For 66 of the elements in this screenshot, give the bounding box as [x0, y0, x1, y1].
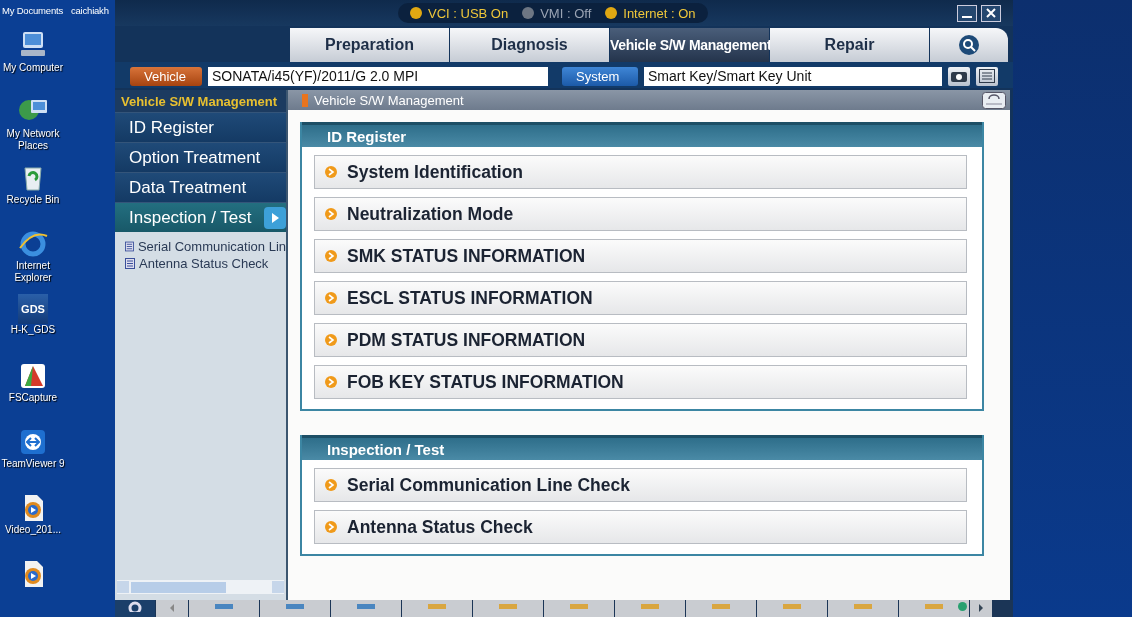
- bullet-arrow-icon: [325, 208, 337, 220]
- desktop-icon-label[interactable]: FSCapture: [0, 392, 68, 404]
- status-text: VCI : USB On: [428, 5, 509, 21]
- window-icon: [979, 69, 995, 83]
- search-button[interactable]: [930, 28, 1008, 62]
- tab[interactable]: Repair: [770, 28, 929, 62]
- sidebar-item[interactable]: Option Treatment: [115, 142, 286, 172]
- minimize-button[interactable]: [957, 4, 977, 22]
- search-icon: [958, 34, 980, 56]
- menu-item[interactable]: System Identification: [314, 155, 967, 189]
- horizontal-scrollbar[interactable]: [117, 580, 284, 594]
- settings-button[interactable]: [115, 600, 155, 617]
- scroll-right-button[interactable]: [970, 600, 992, 617]
- tab[interactable]: Diagnosis: [450, 28, 609, 62]
- desktop-icon-label[interactable]: Recycle Bin: [0, 194, 68, 206]
- system-field[interactable]: Smart Key/Smart Key Unit: [644, 66, 942, 86]
- sidebar-item[interactable]: ID Register: [115, 112, 286, 142]
- desktop-icon-label[interactable]: Internet Explorer: [0, 260, 68, 284]
- sidebar-subitem[interactable]: Serial Communication Lin: [137, 239, 286, 254]
- menu-item[interactable]: SMK STATUS INFORMATION: [314, 239, 967, 273]
- vehicle-button[interactable]: Vehicle: [130, 66, 202, 86]
- desktop-icon-label[interactable]: H-K_GDS: [0, 324, 68, 336]
- tab[interactable]: Preparation: [290, 28, 449, 62]
- app-icon[interactable]: GDS: [18, 294, 48, 324]
- status-text: VMI : Off: [540, 5, 592, 21]
- content-title: Vehicle S/W Management: [314, 92, 464, 108]
- close-button[interactable]: [981, 4, 1001, 22]
- bullet-arrow-icon: [325, 376, 337, 388]
- sidebar-item[interactable]: Inspection / Test: [115, 202, 286, 232]
- desktop-icon-label[interactable]: My Documents: [2, 5, 63, 16]
- close-icon: [986, 8, 996, 18]
- sidebar-title: Vehicle S/W Management: [115, 90, 286, 112]
- menu-item[interactable]: Serial Communication Line Check: [314, 468, 967, 502]
- desktop-icon-label[interactable]: TeamViewer 9: [0, 458, 68, 470]
- gear-icon: [128, 600, 142, 612]
- bullet-arrow-icon: [325, 166, 337, 178]
- bullet-arrow-icon: [325, 334, 337, 346]
- group-title: Inspection / Test: [302, 435, 982, 460]
- marker-icon: [302, 93, 308, 107]
- tab[interactable]: Vehicle S/W Management: [610, 28, 769, 62]
- vehicle-field[interactable]: SONATA/i45(YF)/2011/G 2.0 MPI: [208, 66, 548, 86]
- minimize-icon: [962, 15, 972, 18]
- menu-item[interactable]: Antenna Status Check: [314, 510, 967, 544]
- camera-icon: [951, 70, 967, 82]
- desktop-icon-label[interactable]: My Computer: [0, 62, 68, 74]
- menu-item[interactable]: Neutralization Mode: [314, 197, 967, 231]
- menu-item[interactable]: FOB KEY STATUS INFORMATION: [314, 365, 967, 399]
- menu-item[interactable]: ESCL STATUS INFORMATION: [314, 281, 967, 315]
- document-icon: [125, 258, 135, 269]
- sidebar-item[interactable]: Data Treatment: [115, 172, 286, 202]
- bullet-arrow-icon: [325, 250, 337, 262]
- desktop-icon-label[interactable]: Video_201...: [0, 524, 68, 536]
- system-button[interactable]: System: [562, 66, 638, 86]
- bullet-arrow-icon: [325, 292, 337, 304]
- bullet-arrow-icon: [325, 479, 337, 491]
- desktop-icon-label[interactable]: caichiakh: [70, 5, 109, 16]
- status-text: Internet : On: [623, 5, 696, 21]
- refresh-icon[interactable]: [982, 91, 1006, 109]
- screenshot-button[interactable]: [948, 66, 970, 86]
- menu-item[interactable]: PDM STATUS INFORMATION: [314, 323, 967, 357]
- document-icon: [125, 241, 134, 252]
- bullet-arrow-icon: [325, 521, 337, 533]
- sidebar-subitem[interactable]: Antenna Status Check: [139, 256, 269, 271]
- layout-button[interactable]: [976, 66, 998, 86]
- group-title: ID Register: [302, 122, 982, 147]
- desktop-icon-label[interactable]: My Network Places: [0, 128, 68, 152]
